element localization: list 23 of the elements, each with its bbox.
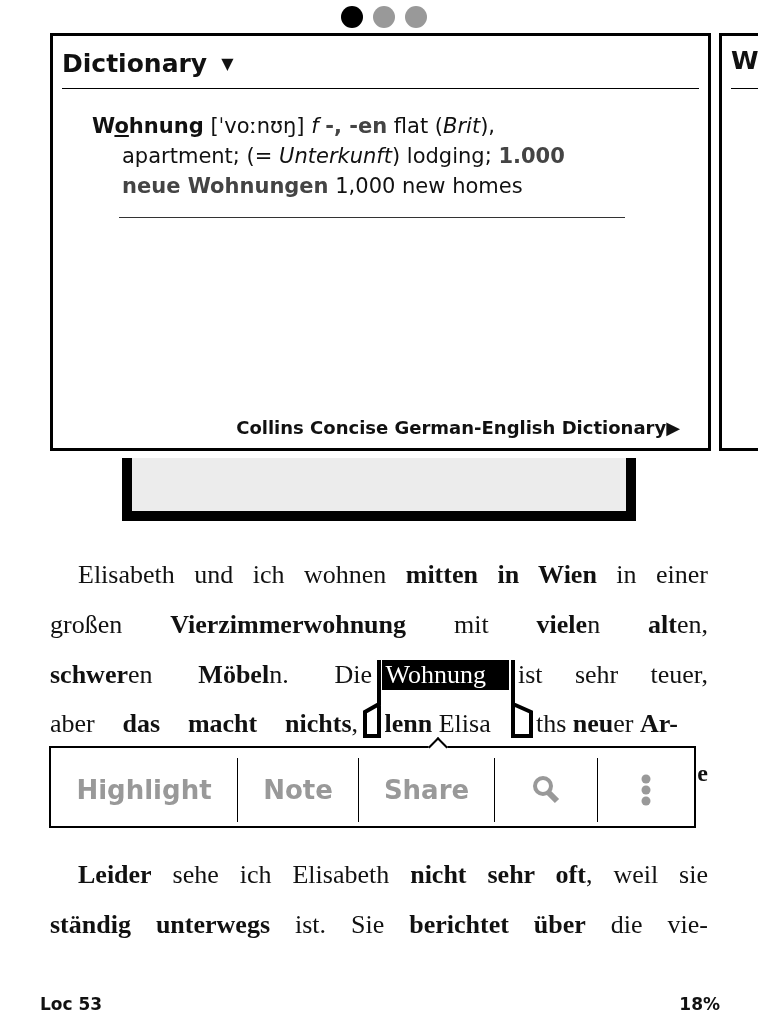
dictionary-selector[interactable]: Dictionary ▼ bbox=[62, 48, 234, 78]
book-text-line: Elisabeth und ich wohnen mitten in Wien in einer bbox=[77, 559, 708, 591]
book-text: ist sehr teuer, bbox=[518, 659, 708, 691]
book-text-line: Leider sehe ich Elisabeth nicht sehr oft, weil sie bbox=[77, 859, 708, 891]
selected-word[interactable]: Wohnung bbox=[381, 660, 509, 690]
location-label: Loc 53 bbox=[40, 993, 103, 1016]
book-text: lenn Elisa bbox=[384, 710, 492, 737]
book-text-line: ständig unterwegs ist. Sie berichtet über die vie- bbox=[50, 909, 708, 941]
book-text-line: e bbox=[697, 760, 708, 787]
card-title: W bbox=[730, 45, 758, 77]
book-text-line: großen Vierzimmerwohnung mit vielen alten, bbox=[50, 609, 708, 641]
page-dot[interactable] bbox=[373, 6, 395, 28]
book-text: aber das macht nichts, bbox=[50, 710, 358, 737]
book-text: ths neuer Ar- bbox=[536, 710, 680, 737]
caret-icon: ▼ bbox=[221, 53, 234, 73]
search-icon bbox=[532, 775, 560, 805]
dictionary-source-link[interactable]: Collins Concise German-English Dictionary▶ bbox=[236, 417, 680, 438]
page-dot[interactable] bbox=[341, 6, 363, 28]
dictionary-entry: Wohnung [ˈvoːnʊŋ] f -, -en flat (Brit), apartment; (= Unterkunft) lodging; 1.000 neue Wohnungen 1,000 new homes bbox=[92, 113, 566, 200]
more-icon bbox=[641, 774, 651, 806]
book-text: schweren Möbeln. Die bbox=[50, 659, 372, 691]
page-dot[interactable] bbox=[405, 6, 427, 28]
progress-percent: 18% bbox=[679, 993, 720, 1016]
